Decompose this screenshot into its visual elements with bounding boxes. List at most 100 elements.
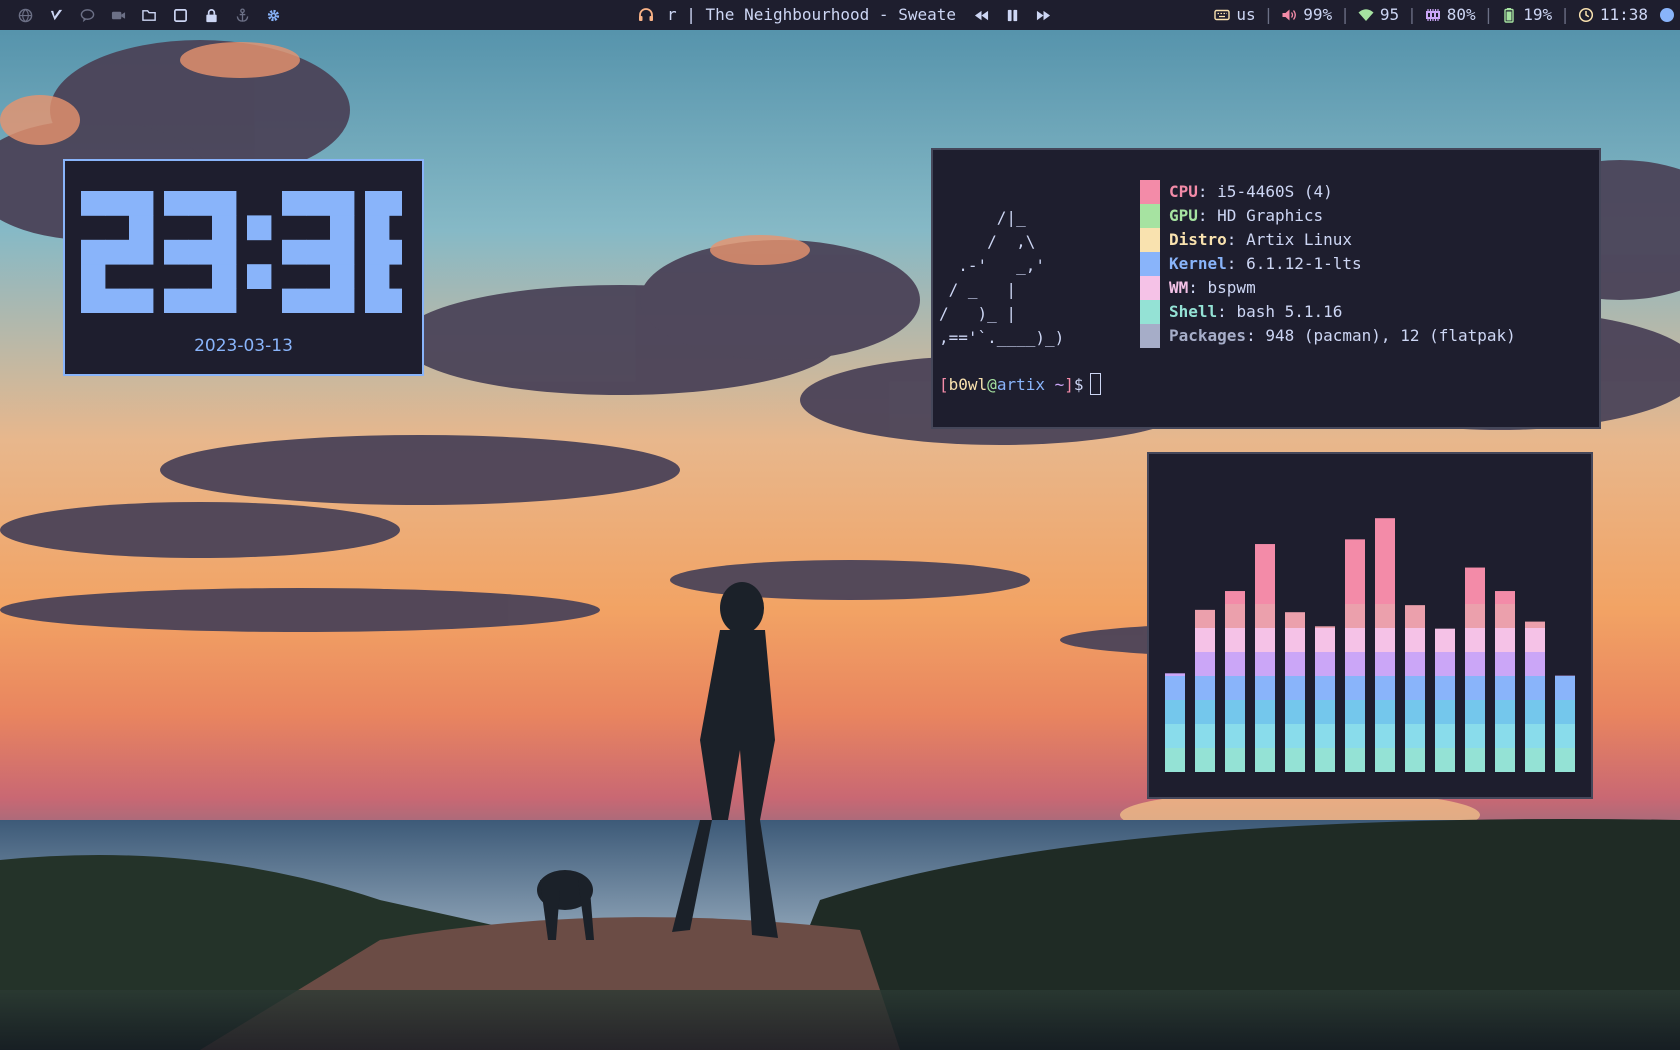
prompt-bracket-open: [ — [939, 375, 949, 394]
info-line: CPU: i5-4460S (4) — [1169, 180, 1333, 204]
info-key: GPU — [1169, 206, 1198, 225]
song-title[interactable]: r | The Neighbourhood - Sweate — [667, 0, 956, 30]
color-swatch — [1140, 228, 1160, 252]
prompt-host: artix — [996, 375, 1045, 394]
separator: | — [1340, 5, 1350, 24]
memory-value: 80% — [1446, 5, 1476, 24]
clock-digit — [81, 191, 154, 313]
visualizer-bar — [1465, 567, 1485, 772]
headphones-icon — [638, 7, 654, 23]
clock-digit — [365, 191, 402, 313]
visualizer-bar — [1405, 605, 1425, 772]
keyboard-layout[interactable]: us — [1210, 0, 1259, 30]
clock-widget-date: 2023-03-13 — [194, 336, 293, 356]
terminal-window[interactable]: /|_ / ,\ .-' _,' / _ | / )_ | ,=='`.____… — [931, 148, 1601, 429]
prompt-user: b0wl — [948, 375, 988, 394]
color-swatch — [1140, 180, 1160, 204]
prompt-symbol: $ — [1073, 375, 1084, 394]
clock-digit — [164, 191, 237, 313]
next-icon — [1036, 10, 1051, 20]
info-value: : i5-4460S (4) — [1197, 182, 1333, 201]
info-value: : bspwm — [1188, 278, 1256, 297]
previous-icon — [974, 10, 989, 20]
prompt-at: @ — [987, 375, 997, 394]
shell-prompt[interactable]: [b0wl@artix ~]$ — [939, 373, 1101, 397]
next-button[interactable] — [1028, 0, 1059, 30]
wifi-icon — [1358, 9, 1374, 21]
status-modules: us | 99% | 95 | 80% | 19% | 11:38 — [1210, 0, 1674, 30]
workspace-lock[interactable] — [196, 0, 227, 30]
separator: | — [1407, 5, 1417, 24]
clock-icon — [1578, 7, 1593, 23]
battery-module[interactable]: 19% — [1497, 0, 1556, 30]
visualizer-bar — [1285, 612, 1305, 772]
visualizer-bar — [1225, 591, 1245, 772]
audio-visualizer — [1147, 452, 1593, 799]
text-cursor — [1089, 373, 1101, 395]
info-value: : Artix Linux — [1226, 230, 1353, 249]
keyboard-layout-value: us — [1236, 5, 1256, 24]
battery-icon — [1504, 8, 1514, 23]
info-line: WM: bspwm — [1169, 276, 1256, 300]
visualizer-bar — [1345, 539, 1365, 772]
color-swatch — [1140, 252, 1160, 276]
workspace-window[interactable] — [165, 0, 196, 30]
top-bar: r | The Neighbourhood - Sweate us | 99% … — [0, 0, 1680, 30]
visualizer-bar — [1315, 626, 1335, 772]
info-line: GPU: HD Graphics — [1169, 204, 1323, 228]
user-avatar[interactable] — [1660, 8, 1674, 22]
memory-icon — [1425, 9, 1440, 21]
info-value: : HD Graphics — [1197, 206, 1324, 225]
clock-module[interactable]: 11:38 — [1574, 0, 1652, 30]
info-line: Shell: bash 5.1.16 — [1169, 300, 1342, 324]
visualizer-bar — [1255, 544, 1275, 772]
separator: | — [1560, 5, 1570, 24]
info-value: : 6.1.12-1-lts — [1226, 254, 1362, 273]
workspace-chat[interactable] — [72, 0, 103, 30]
info-key: Packages — [1169, 326, 1247, 345]
prompt-bracket-close: ] — [1064, 375, 1074, 394]
pause-button[interactable] — [997, 0, 1028, 30]
info-value: : 948 (pacman), 12 (flatpak) — [1246, 326, 1516, 345]
visualizer-bar — [1165, 673, 1185, 772]
clock-widget-time — [81, 191, 402, 313]
prompt-path: ~ — [1044, 375, 1065, 394]
info-line: Distro: Artix Linux — [1169, 228, 1352, 252]
memory-module[interactable]: 80% — [1421, 0, 1480, 30]
info-key: CPU — [1169, 182, 1198, 201]
workspace-web[interactable] — [10, 0, 41, 30]
wifi-value: 95 — [1379, 5, 1400, 24]
folder-icon — [142, 9, 156, 21]
volume-module[interactable]: 99% — [1277, 0, 1336, 30]
chat-icon — [80, 8, 95, 22]
workspace-code[interactable] — [41, 0, 72, 30]
workspace-video[interactable] — [103, 0, 134, 30]
volume-value: 99% — [1303, 5, 1333, 24]
clock-widget: 2023-03-13 — [63, 159, 424, 376]
distro-ascii-art: /|_ / ,\ .-' _,' / _ | / )_ | ,=='`.____… — [939, 208, 1065, 347]
media-player: r | The Neighbourhood - Sweate — [638, 0, 1059, 30]
visualizer-bar — [1555, 675, 1575, 772]
workspace-anchor[interactable] — [227, 0, 258, 30]
workspace-list — [10, 0, 289, 30]
gear-icon — [267, 9, 280, 21]
info-key: Shell — [1169, 302, 1218, 321]
lock-icon — [206, 8, 217, 22]
wifi-module[interactable]: 95 — [1354, 0, 1403, 30]
info-key: Kernel — [1169, 254, 1227, 273]
anchor-icon — [236, 7, 249, 22]
visualizer-bar — [1195, 609, 1215, 772]
color-swatch — [1140, 300, 1160, 324]
clock-digit — [282, 191, 355, 313]
info-value: : bash 5.1.16 — [1217, 302, 1343, 321]
previous-button[interactable] — [966, 0, 997, 30]
visualizer-bar — [1375, 518, 1395, 772]
code-icon — [50, 9, 63, 20]
clock-colon — [247, 215, 272, 289]
workspace-settings[interactable] — [258, 0, 289, 30]
color-swatch — [1140, 204, 1160, 228]
info-line: Kernel: 6.1.12-1-lts — [1169, 252, 1362, 276]
workspace-files[interactable] — [134, 0, 165, 30]
square-icon — [174, 8, 187, 22]
globe-icon — [18, 8, 33, 22]
